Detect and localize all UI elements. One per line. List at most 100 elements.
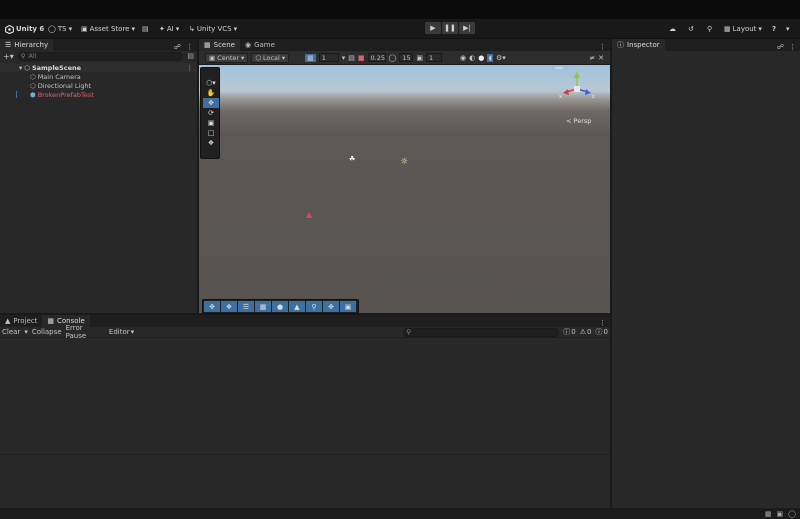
- kebab-menu-icon[interactable]: ⋮: [187, 64, 194, 72]
- step-button[interactable]: ▶|: [459, 22, 475, 34]
- hand-tool[interactable]: ✋: [203, 88, 219, 98]
- collapse-button[interactable]: Collapse: [32, 328, 62, 336]
- rect-icon: □: [207, 129, 215, 137]
- kebab-menu-icon[interactable]: ⋮: [186, 43, 193, 51]
- tab-inspector[interactable]: ⓘ Inspector: [612, 39, 665, 51]
- light-gizmo-icon[interactable]: ☼: [400, 157, 408, 167]
- overlay-nav-button[interactable]: ✥: [323, 301, 339, 312]
- space-label: Local: [263, 53, 280, 62]
- overlay-move-button[interactable]: ✥: [204, 301, 220, 312]
- filter-icon: ☰: [242, 302, 250, 311]
- settings-button[interactable]: ▾: [786, 23, 790, 35]
- hierarchy-search-input[interactable]: ⚲ All: [17, 51, 184, 61]
- log-count: 0: [603, 328, 608, 336]
- scale-tool[interactable]: ▣: [203, 118, 219, 128]
- selection-marker: [16, 91, 17, 98]
- overlay-tile-button[interactable]: ❖: [221, 301, 237, 312]
- shading-solid-icon[interactable]: ●: [478, 54, 484, 62]
- cloud-button[interactable]: ☁: [669, 23, 676, 35]
- search-filter-icon[interactable]: ▤: [187, 52, 194, 60]
- play-button[interactable]: ▶: [425, 22, 441, 34]
- transform-tools: ⬡▾ ✋ ✥ ⟳ ▣ □ ❖: [200, 67, 220, 159]
- clear-button[interactable]: Clear: [2, 328, 20, 336]
- grid-snapping-icon[interactable]: ▦: [305, 53, 316, 62]
- ai-dropdown[interactable]: ✦ AI ▾: [159, 23, 179, 35]
- pause-button[interactable]: ❚❚: [442, 22, 458, 34]
- grid-size-field[interactable]: 1: [318, 53, 339, 62]
- angle-snap-field[interactable]: 15: [399, 53, 414, 62]
- overlay-layers-button[interactable]: ▣: [340, 301, 356, 312]
- tab-hierarchy[interactable]: ☰ Hierarchy: [0, 39, 54, 51]
- kebab-menu-icon[interactable]: ⋮: [599, 43, 606, 51]
- hierarchy-tabstrip: ☰ Hierarchy ☍ ⋮: [0, 39, 197, 51]
- transform-tool[interactable]: ❖: [203, 138, 219, 148]
- scale-snap-icon[interactable]: ▣: [416, 54, 423, 62]
- shading-wireframe-icon[interactable]: ◐: [469, 54, 475, 62]
- move-tool[interactable]: ✥: [203, 98, 219, 108]
- overlay-search-button[interactable]: ⚲: [306, 301, 322, 312]
- window-title-bar: [0, 0, 800, 19]
- tab-game[interactable]: ◉ Game: [240, 39, 280, 51]
- add-object-button[interactable]: +▾: [3, 52, 14, 61]
- info-icon: ⓘ: [617, 41, 624, 49]
- error-count-toggle[interactable]: ⓘ 0: [563, 327, 575, 337]
- unity-vcs-dropdown[interactable]: ↳ Unity VCS ▾: [189, 23, 237, 35]
- lock-icon[interactable]: ☍: [777, 43, 784, 51]
- globe-icon[interactable]: ◉: [460, 54, 466, 62]
- overlay-shape-button[interactable]: ▲: [289, 301, 305, 312]
- warning-count-toggle[interactable]: ⚠ 0: [580, 328, 592, 336]
- overlay-sphere-button[interactable]: ●: [272, 301, 288, 312]
- chevron-down-icon[interactable]: ▾: [342, 54, 346, 62]
- space-dropdown[interactable]: ⬡ Local ▾: [251, 52, 290, 63]
- history-button[interactable]: ↺: [688, 23, 694, 35]
- scene-row[interactable]: ▾ ⬡ SampleScene ⋮: [0, 63, 197, 72]
- kebab-menu-icon[interactable]: ⋮: [789, 43, 796, 51]
- scene-viewport[interactable]: ⬡▾ ✋ ✥ ⟳ ▣ □ ❖ x z < Persp ☘ ☼ ▲ ✥ ❖ ☰ ▦…: [199, 65, 610, 314]
- hierarchy-tree: ▾ ⬡ SampleScene ⋮ ⬡ Main Camera ⬡ Direct…: [0, 63, 197, 99]
- overlay-grid-button[interactable]: ▦: [255, 301, 271, 312]
- hierarchy-item-main-camera[interactable]: ⬡ Main Camera: [18, 72, 197, 81]
- orientation-gizmo[interactable]: x z: [555, 67, 599, 111]
- layout-dropdown[interactable]: ▦ Layout ▾: [724, 23, 762, 35]
- rotate-snap-icon[interactable]: ◯: [389, 54, 397, 62]
- increment-snap-icon[interactable]: ▤: [348, 54, 355, 62]
- account-dropdown[interactable]: ◯ TS ▾: [48, 23, 72, 35]
- rotate-tool[interactable]: ⟳: [203, 108, 219, 118]
- perspective-label[interactable]: < Persp: [566, 117, 591, 125]
- asset-store-dropdown[interactable]: ▣ Asset Store ▾: [81, 23, 135, 35]
- kebab-menu-icon[interactable]: ⋮: [599, 319, 606, 327]
- lock-icon[interactable]: ☍: [174, 43, 181, 51]
- overlay-filter-button[interactable]: ☰: [238, 301, 254, 312]
- camera-gizmo-icon[interactable]: ☘: [349, 155, 355, 163]
- view-options-button[interactable]: ⬡▾: [203, 78, 219, 88]
- package-manager-button[interactable]: ▤: [142, 23, 149, 35]
- gizmos-icon[interactable]: ⚙▾: [496, 54, 506, 62]
- network-icon[interactable]: ▦: [765, 510, 772, 518]
- tab-scene[interactable]: ▦ Scene: [199, 39, 240, 51]
- 2d-toggle-icon[interactable]: ≠: [589, 54, 595, 62]
- rect-tool[interactable]: □: [203, 128, 219, 138]
- grid-size-value: 1: [321, 53, 326, 62]
- snap-value-field[interactable]: 0.25: [367, 53, 386, 62]
- hierarchy-item-broken-prefab[interactable]: ⬢ BrokenPrefabTest: [16, 90, 197, 99]
- clear-options-icon[interactable]: ▾: [24, 328, 28, 336]
- log-count-toggle[interactable]: ⓘ 0: [596, 327, 608, 337]
- scale-snap-field[interactable]: 1: [425, 53, 442, 62]
- tools-overflow-icon[interactable]: ✕: [598, 54, 604, 62]
- search-button[interactable]: ⚲: [707, 23, 712, 35]
- prefab-icon: ⬢: [30, 90, 36, 99]
- error-pause-button[interactable]: Error Pause: [66, 324, 105, 340]
- pivot-dropdown[interactable]: ▣ Center ▾: [205, 52, 249, 63]
- editor-dropdown[interactable]: Editor ▾: [109, 328, 134, 336]
- tab-project[interactable]: ▲ Project: [0, 315, 42, 327]
- help-button[interactable]: ?: [772, 23, 776, 35]
- console-search-input[interactable]: ⚲: [403, 327, 560, 337]
- unity-menu-button[interactable]: Unity 6: [5, 23, 44, 35]
- shading-lit-icon[interactable]: ◖: [487, 53, 494, 62]
- hierarchy-item-directional-light[interactable]: ⬡ Directional Light: [18, 81, 197, 90]
- local-space-icon: ⬡: [255, 53, 261, 62]
- console-splitter[interactable]: [0, 454, 610, 455]
- broken-prefab-marker-icon[interactable]: ▲: [306, 210, 312, 219]
- cache-icon[interactable]: ▣: [777, 510, 784, 518]
- progress-icon[interactable]: ◯: [788, 510, 796, 518]
